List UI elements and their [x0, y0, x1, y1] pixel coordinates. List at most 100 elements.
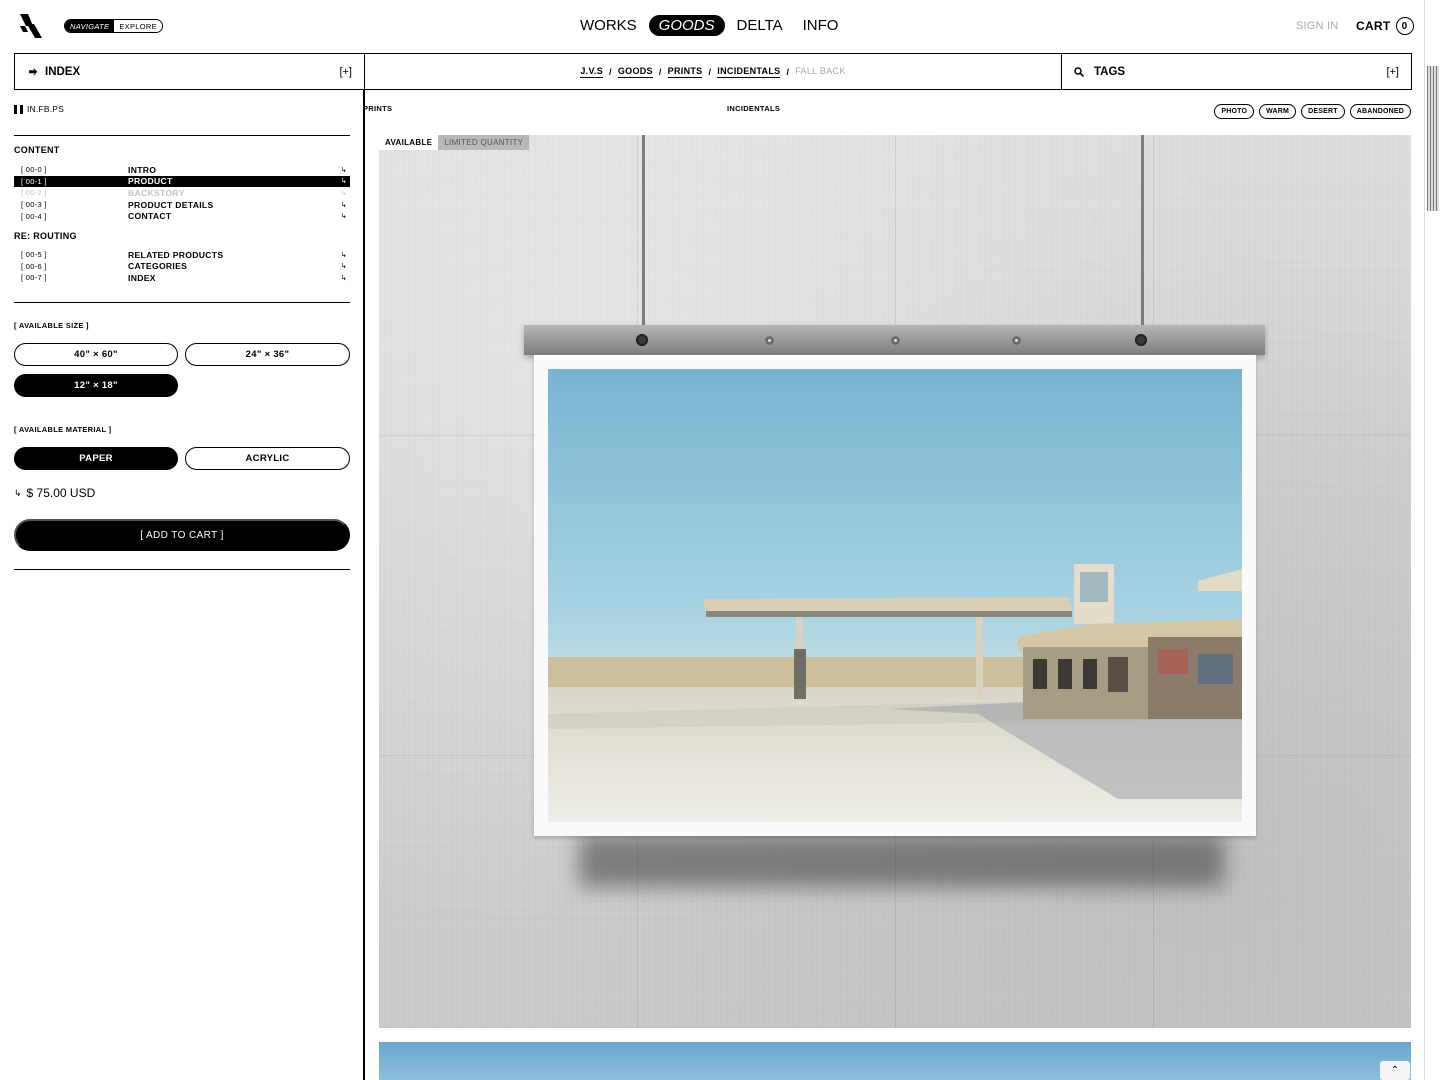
- toc-label: INTRO: [128, 164, 157, 175]
- rail-bolt: [1012, 336, 1021, 345]
- nav-works[interactable]: WORKS: [572, 15, 645, 36]
- tag-list: PHOTO WARM DESERT ABANDONED: [1214, 104, 1411, 119]
- divider: [14, 302, 350, 303]
- column-divider: [363, 90, 365, 1080]
- toc-item-categories[interactable]: [ 00-6 ] CATEGORIES ↳: [14, 261, 350, 273]
- tag-abandoned[interactable]: ABANDONED: [1349, 104, 1411, 119]
- toc-label: CATEGORIES: [128, 261, 188, 272]
- scrollbar-thumb[interactable]: [1427, 66, 1439, 211]
- price-value: $ 75.00 USD: [26, 486, 96, 500]
- breadcrumb-separator: /: [658, 66, 662, 77]
- toc-label: BACKSTORY: [128, 187, 185, 198]
- mode-navigate[interactable]: NAVIGATE: [65, 20, 115, 32]
- tags-label: TAGS: [1094, 65, 1126, 78]
- availability-badge: AVAILABLE LIMITED QUANTITY: [379, 135, 530, 150]
- toc-number: [ 00-4 ]: [21, 211, 47, 221]
- arrow-return-icon: ↳: [14, 487, 22, 498]
- product-image: AVAILABLE LIMITED QUANTITY: [379, 135, 1411, 1028]
- routing-title: RE: ROUTING: [14, 231, 77, 241]
- cart-button[interactable]: CART 0: [1356, 17, 1414, 35]
- arrow-return-icon: ↳: [340, 178, 348, 186]
- command-bar: ⥤ INDEX [+] J.V.S / GOODS / PRINTS / INC…: [14, 53, 1412, 90]
- tags-expand-button[interactable]: [+]: [1386, 66, 1399, 78]
- rail-bolt: [891, 336, 900, 345]
- nav-goods[interactable]: GOODS: [648, 15, 725, 36]
- arrow-return-icon: ↳: [340, 251, 348, 259]
- breadcrumb-incidentals[interactable]: INCIDENTALS: [717, 66, 781, 78]
- tags-toggle[interactable]: TAGS [+]: [1061, 54, 1411, 89]
- divider: [14, 135, 350, 136]
- index-arrow-icon: ⥤: [29, 66, 37, 77]
- poster-print: [534, 355, 1256, 836]
- system-id-text: IN.FB.PS: [27, 104, 65, 114]
- index-toggle[interactable]: ⥤ INDEX [+]: [15, 54, 365, 89]
- toc-item-backstory[interactable]: [ 00-2 ] BACKSTORY ↳: [14, 187, 350, 199]
- toc-number: [ 00-6 ]: [21, 261, 47, 271]
- material-label: [ AVAILABLE MATERIAL ]: [14, 425, 112, 434]
- material-option-acrylic[interactable]: ACRYLIC: [185, 447, 350, 470]
- breadcrumb-prints[interactable]: PRINTS: [667, 66, 703, 78]
- gas-station-photo: [548, 369, 1242, 822]
- toc-label: PRODUCT DETAILS: [128, 199, 214, 210]
- page-scrollbar[interactable]: [1424, 0, 1440, 1080]
- toc-item-product[interactable]: [ 00-1 ] PRODUCT ↳: [14, 175, 350, 188]
- size-option-24x36[interactable]: 24" × 36": [185, 343, 350, 366]
- breadcrumb-separator: /: [786, 66, 790, 77]
- main-nav: WORKS GOODS DELTA INFO: [572, 15, 846, 36]
- logo-mark-icon[interactable]: [20, 14, 44, 38]
- arrow-return-icon: ↳: [340, 166, 348, 174]
- add-to-cart-button[interactable]: [ ADD TO CART ]: [14, 519, 350, 551]
- material-option-paper[interactable]: PAPER: [14, 447, 178, 470]
- arrow-return-icon: ↳: [340, 213, 348, 221]
- size-option-12x18[interactable]: 12" × 18": [14, 374, 178, 397]
- chevron-up-icon[interactable]: ⌃: [1380, 1061, 1410, 1080]
- breadcrumb-goods[interactable]: GOODS: [617, 66, 653, 78]
- arrow-return-icon: ↳: [340, 274, 348, 282]
- category-incidentals[interactable]: INCIDENTALS: [727, 104, 780, 113]
- content-title: CONTENT: [14, 145, 60, 155]
- divider: [14, 569, 350, 570]
- breadcrumb-jvs[interactable]: J.V.S: [580, 66, 604, 78]
- rail-bolt: [1135, 334, 1147, 346]
- hanging-rail: [524, 325, 1265, 355]
- system-id: IN.FB.PS: [14, 104, 64, 114]
- tag-warm[interactable]: WARM: [1259, 104, 1297, 119]
- nav-info[interactable]: INFO: [795, 15, 847, 36]
- tag-photo[interactable]: PHOTO: [1214, 104, 1255, 119]
- toc-item-contact[interactable]: [ 00-4 ] CONTACT ↳: [14, 210, 350, 222]
- pause-bars-icon: [14, 104, 23, 114]
- index-expand-button[interactable]: [+]: [339, 66, 352, 78]
- quantity-note: LIMITED QUANTITY: [438, 135, 530, 150]
- mode-toggle[interactable]: NAVIGATE EXPLORE: [64, 19, 163, 33]
- content-toc: [ 00-0 ] INTRO ↳ [ 00-1 ] PRODUCT ↳ [ 00…: [14, 164, 350, 222]
- size-option-40x60[interactable]: 40" × 60": [14, 343, 178, 366]
- sign-in-link[interactable]: SIGN IN: [1296, 20, 1338, 32]
- nav-delta[interactable]: DELTA: [729, 15, 791, 36]
- routing-toc: [ 00-5 ] RELATED PRODUCTS ↳ [ 00-6 ] CAT…: [14, 249, 350, 284]
- breadcrumb-current: FALL BACK: [795, 66, 846, 76]
- index-label: INDEX: [45, 65, 81, 78]
- breadcrumb: J.V.S / GOODS / PRINTS / INCIDENTALS / F…: [365, 54, 1061, 89]
- price: ↳ $ 75.00 USD: [14, 486, 95, 500]
- breadcrumb-separator: /: [708, 66, 712, 77]
- toc-item-intro[interactable]: [ 00-0 ] INTRO ↳: [14, 164, 350, 176]
- print-shadow: [579, 835, 1224, 887]
- size-label: [ AVAILABLE SIZE ]: [14, 321, 89, 330]
- tag-desert[interactable]: DESERT: [1301, 104, 1345, 119]
- toc-label: INDEX: [128, 272, 156, 283]
- breadcrumb-separator: /: [609, 66, 612, 77]
- toc-number: [ 00-5 ]: [21, 250, 47, 260]
- cart-count-badge: 0: [1395, 17, 1414, 35]
- toc-item-index[interactable]: [ 00-7 ] INDEX ↳: [14, 272, 350, 284]
- toc-item-related-products[interactable]: [ 00-5 ] RELATED PRODUCTS ↳: [14, 249, 350, 261]
- arrow-return-icon: ↳: [340, 263, 348, 271]
- category-prints[interactable]: PRINTS: [363, 104, 392, 113]
- hanging-wire: [1141, 135, 1144, 325]
- toc-number: [ 00-0 ]: [21, 165, 47, 175]
- toc-label: RELATED PRODUCTS: [128, 249, 224, 260]
- cart-label: CART: [1356, 19, 1391, 33]
- toc-number: [ 00-7 ]: [21, 273, 47, 283]
- toc-item-product-details[interactable]: [ 00-3 ] PRODUCT DETAILS ↳: [14, 199, 350, 211]
- rail-bolt: [636, 334, 648, 346]
- mode-explore[interactable]: EXPLORE: [114, 20, 162, 32]
